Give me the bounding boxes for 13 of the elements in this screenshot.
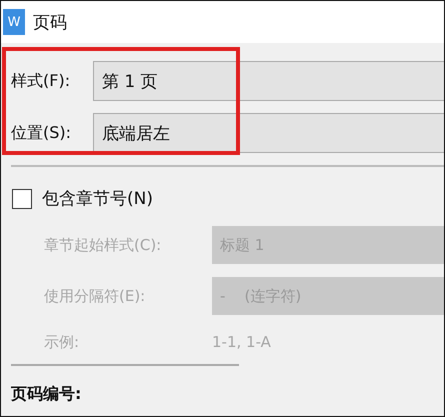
field-label: 章节起始样式(C):: [44, 236, 162, 254]
example-label: 示例:: [44, 332, 80, 352]
field-label: 使用分隔符(E):: [44, 286, 146, 306]
checkbox-label[interactable]: 包含章节号(N): [42, 187, 153, 210]
dropdown-field[interactable]: 第 1 页: [93, 61, 444, 101]
section-heading: 页码编号:: [10, 383, 82, 405]
app-logo-icon: W: [3, 9, 25, 35]
field-label: 样式(F):: [10, 70, 72, 92]
example-value: 1-1, 1-A: [212, 333, 271, 351]
window-title: 页码: [33, 12, 67, 34]
checkbox[interactable]: [12, 188, 32, 208]
dropdown-field[interactable]: 底端居左: [93, 113, 444, 153]
field-label: 位置(S):: [10, 122, 72, 144]
